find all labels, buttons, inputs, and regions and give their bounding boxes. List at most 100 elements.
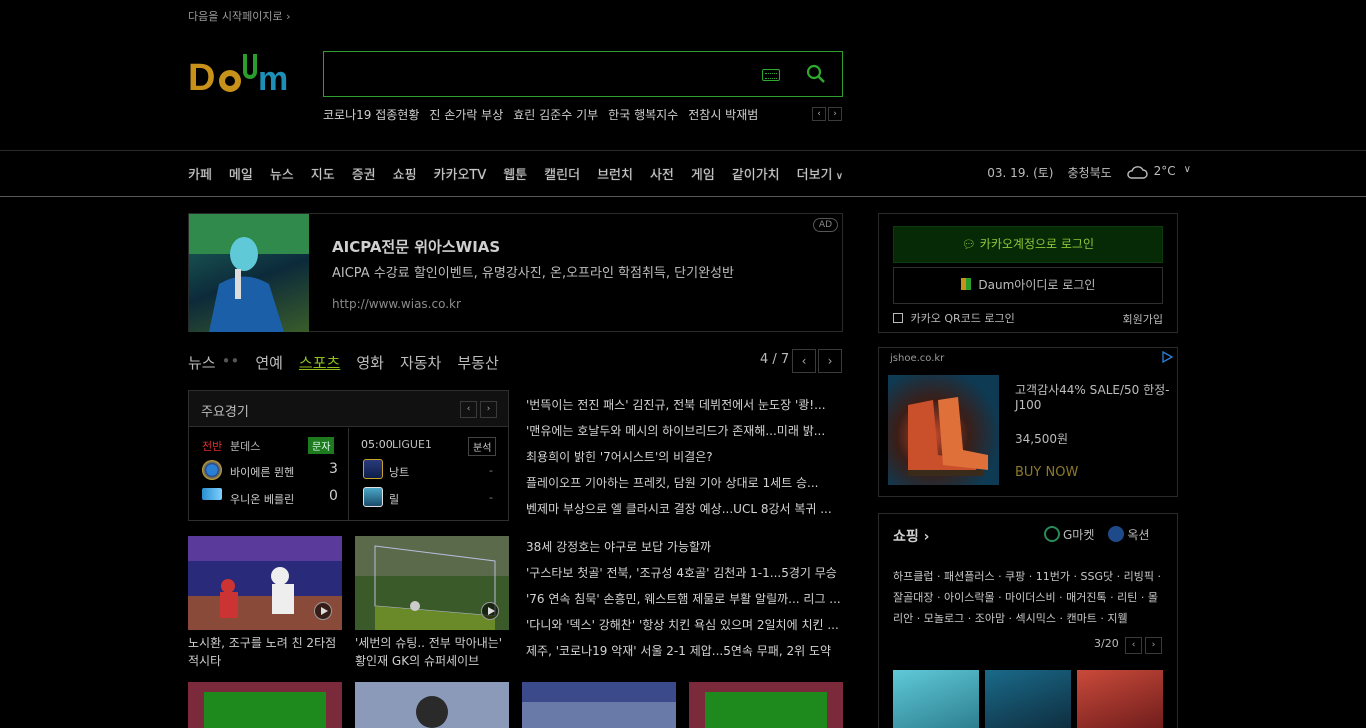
signup-link[interactable]: 회원가입 <box>1123 311 1163 327</box>
shopping-keywords[interactable]: 하프클럽 · 패션플러스 · 쿠팡 · 11번가 · SSG닷 · 리빙픽 · … <box>893 566 1168 629</box>
ad-banner[interactable]: AICPA전문 위아스WIAS AICPA 수강료 할인이벤트, 유명강사진, … <box>188 213 843 332</box>
trending-item[interactable]: 진 손가락 부상 <box>429 106 503 123</box>
team-score: - <box>489 491 493 504</box>
product-thumbnail[interactable] <box>1077 670 1163 728</box>
trending-item[interactable]: 한국 행복지수 <box>608 106 678 123</box>
news-thumbnail[interactable] <box>355 536 509 630</box>
team-name[interactable]: 낭트 <box>389 464 409 480</box>
nav-item-dictionary[interactable]: 사전 <box>650 164 674 183</box>
gmarket-link[interactable]: G마켓 <box>1044 526 1094 543</box>
tab-news[interactable]: 뉴스 <box>188 352 216 373</box>
ad-badge: AD <box>812 218 838 232</box>
team-name[interactable]: 우니온 베를린 <box>230 491 294 507</box>
headline-item[interactable]: '맨유에는 호날두와 메시의 하이브리드가 존재해...미래 밝... <box>526 422 843 448</box>
keyboard-icon[interactable] <box>762 69 780 81</box>
product-ad[interactable]: jshoe.co.kr 고객감사44% SALE/50 한정-J100 34,5… <box>878 347 1178 497</box>
search-icon[interactable] <box>806 64 826 84</box>
trending-item[interactable]: 효린 김준수 기부 <box>513 106 598 123</box>
team-score: 3 <box>329 461 338 477</box>
product-title: 고객감사44% SALE/50 한정-J100 <box>1015 383 1170 412</box>
tab-realestate[interactable]: 부동산 <box>457 352 498 373</box>
shopping-next-button[interactable]: › <box>1145 637 1162 654</box>
score-next-button[interactable]: › <box>480 401 497 418</box>
nav-item-mail[interactable]: 메일 <box>229 164 253 183</box>
nav-item-cafe[interactable]: 카페 <box>188 164 212 183</box>
thumbnail-caption[interactable]: 노시환, 조구를 노려 친 2타점 적시타 <box>188 634 342 670</box>
news-thumbnail[interactable] <box>355 682 509 728</box>
news-prev-button[interactable]: ‹ <box>792 349 816 373</box>
region-label: 충청북도 <box>1067 166 1112 180</box>
trending-item[interactable]: 코로나19 접종현황 <box>323 106 419 123</box>
thumbnail-caption[interactable]: '세번의 슈팅.. 전부 막아내는' 황인재 GK의 슈퍼세이브 <box>355 634 509 670</box>
chevron-down-icon[interactable]: ∨ <box>1184 164 1191 181</box>
headline-item[interactable]: '구스타보 첫골' 전북, '조규성 4호골' 김천과 1-1...5경기 무승 <box>526 564 843 590</box>
nav-item-map[interactable]: 지도 <box>311 164 335 183</box>
search-input[interactable] <box>323 51 843 97</box>
shopping-prev-button[interactable]: ‹ <box>1125 637 1142 654</box>
team-name[interactable]: 바이에른 뮌헨 <box>230 464 294 480</box>
cloud-icon <box>1126 166 1148 179</box>
nav-item-game[interactable]: 게임 <box>691 164 715 183</box>
headline-item[interactable]: 벤제마 부상으로 엘 클라시코 결장 예상...UCL 8강서 복귀 ... <box>526 500 843 526</box>
nav-item-shopping[interactable]: 쇼핑 <box>393 164 417 183</box>
news-thumbnail[interactable] <box>188 536 342 630</box>
auction-link[interactable]: 옥션 <box>1108 526 1149 543</box>
headline-item[interactable]: '번뜩이는 전진 패스' 김진규, 전북 데뷔전에서 눈도장 '쾅!... <box>526 396 843 422</box>
nav-item-stock[interactable]: 증권 <box>352 164 376 183</box>
shopping-title[interactable]: 쇼핑 › <box>893 526 929 546</box>
nav-item-calendar[interactable]: 캘린더 <box>544 164 580 183</box>
daum-logo[interactable]: D m <box>188 50 306 100</box>
trending-keywords: 코로나19 접종현황 진 손가락 부상 효린 김준수 기부 한국 행복지수 전참… <box>323 106 758 123</box>
weather-widget[interactable]: 03. 19. (토) 충청북도 2°C ∨ <box>987 164 1191 181</box>
product-thumbnail[interactable] <box>985 670 1071 728</box>
speech-bubble-icon: 💬︎ <box>961 238 976 251</box>
qr-login-link[interactable]: 카카오 QR코드 로그인 <box>893 310 1015 326</box>
nav-item-together[interactable]: 같이가치 <box>732 164 780 183</box>
product-thumbnail[interactable] <box>893 670 979 728</box>
tab-entertainment[interactable]: 연예 <box>255 352 283 373</box>
news-next-button[interactable]: › <box>818 349 842 373</box>
live-text-badge[interactable]: 문자 <box>308 437 335 454</box>
headline-item[interactable]: 최용희이 밝힌 '7어시스트'의 비결은? <box>526 448 843 474</box>
product-image <box>888 375 999 485</box>
ad-source: jshoe.co.kr <box>890 353 945 364</box>
league-label: LIGUE1 <box>392 438 432 451</box>
auction-label: 옥션 <box>1127 528 1150 542</box>
nav-item-news[interactable]: 뉴스 <box>270 164 294 183</box>
gmarket-icon <box>1044 526 1060 542</box>
news-thumbnail[interactable] <box>689 682 843 728</box>
news-tabs: 뉴스 •• 연예 스포츠 영화 자동차 부동산 <box>188 352 499 373</box>
team-logo <box>363 487 383 507</box>
nav-item-kakaotv[interactable]: 카카오TV <box>434 164 487 183</box>
trending-next-button[interactable]: › <box>828 107 842 121</box>
buy-now-link[interactable]: BUY NOW <box>1015 465 1078 480</box>
news-thumbnail[interactable] <box>522 682 676 728</box>
team-name[interactable]: 릴 <box>389 491 399 507</box>
daum-login-button[interactable]: Daum아이디로 로그인 <box>893 267 1163 304</box>
trending-item[interactable]: 전참시 박재범 <box>688 106 758 123</box>
news-thumbnail[interactable] <box>188 682 342 728</box>
nav-item-brunch[interactable]: 브런치 <box>597 164 633 183</box>
headline-item[interactable]: '76 연속 침묵' 손흥민, 웨스트햄 제물로 부활 알릴까... 리그 ..… <box>526 590 843 616</box>
headline-item[interactable]: '다니와 '덱스' 강해찬' '항상 치킨 욕심 있으며 2일치에 치킨 ... <box>526 616 843 642</box>
headline-item[interactable]: 플레이오프 기아하는 프레킷, 담원 기아 상대로 1세트 승... <box>526 474 843 500</box>
headline-list: 38세 강정호는 야구로 보답 가능할까 '구스타보 첫골' 전북, '조규성 … <box>526 538 843 668</box>
tab-movie[interactable]: 영화 <box>356 352 384 373</box>
nav-item-more[interactable]: 더보기 <box>797 164 843 183</box>
divider <box>0 150 1366 151</box>
kakao-login-button[interactable]: 💬︎ 카카오계정으로 로그인 <box>893 226 1163 263</box>
headline-item[interactable]: 제주, '코로나19 악재' 서울 2-1 제압...5연속 무패, 2위 도약 <box>526 642 843 668</box>
analysis-badge[interactable]: 분석 <box>468 437 497 456</box>
nav-item-webtoon[interactable]: 웹툰 <box>503 164 527 183</box>
match-time: 05:00 <box>361 438 393 451</box>
svg-text:m: m <box>258 60 288 98</box>
trending-prev-button[interactable]: ‹ <box>812 107 826 121</box>
qr-login-label: 카카오 QR코드 로그인 <box>910 312 1015 325</box>
tab-sports[interactable]: 스포츠 <box>299 352 340 373</box>
news-pager: 4 / 7 <box>760 352 790 367</box>
tab-car[interactable]: 자동차 <box>400 352 441 373</box>
headline-item[interactable]: 38세 강정호는 야구로 보답 가능할까 <box>526 538 843 564</box>
ad-choices-icon[interactable] <box>1161 351 1173 363</box>
start-page-link[interactable]: 다음을 시작페이지로 › <box>188 8 290 24</box>
score-prev-button[interactable]: ‹ <box>460 401 477 418</box>
